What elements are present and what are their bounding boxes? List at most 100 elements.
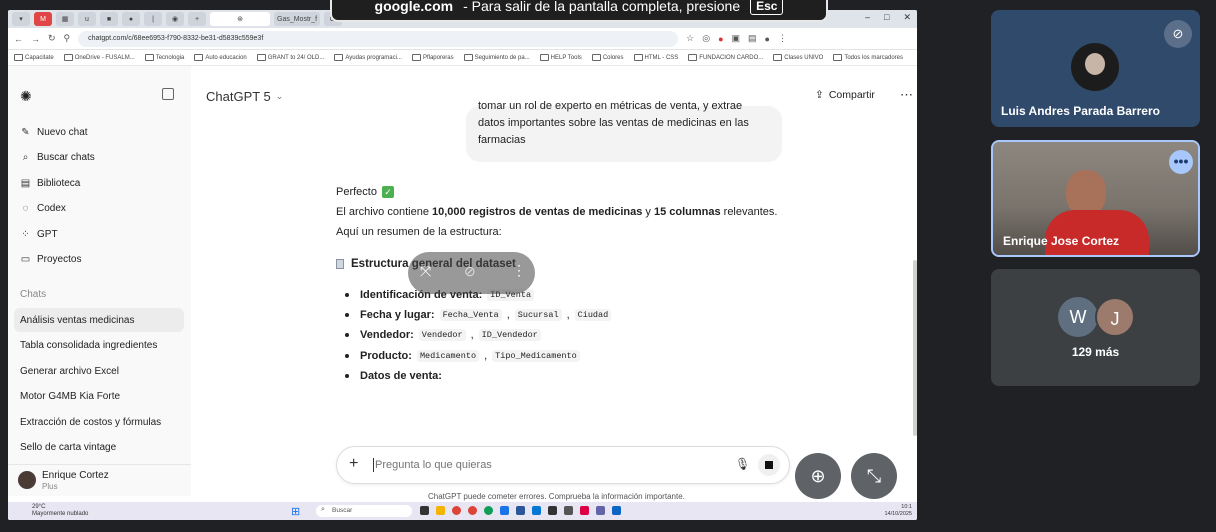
participant-tile-active[interactable]: ••• Enrique Jose Cortez	[991, 140, 1200, 257]
bullet-label: Vendedor:	[360, 329, 414, 341]
chat-item[interactable]: Motor G4MB Kia Forte	[20, 391, 120, 402]
bullet-dot	[345, 354, 349, 358]
bookmark-item[interactable]: Clases UNIVO	[773, 54, 823, 61]
address-bar: ← → ↻ ⚲ chatgpt.com/c/68ee6953-f790-8332…	[8, 28, 917, 50]
more-vert-icon[interactable]: ⋮	[512, 262, 526, 279]
app-icon[interactable]	[548, 506, 557, 515]
model-selector[interactable]: ChatGPT 5 ⌄	[206, 89, 283, 104]
bookmark-item[interactable]: Capacitate	[14, 54, 54, 61]
tab[interactable]: u	[78, 12, 96, 26]
bookmark-item[interactable]: Ayudas programaci...	[334, 54, 402, 61]
more-options-icon[interactable]: ⋯	[900, 87, 913, 103]
taskbar-clock[interactable]: 10:1 14/10/2025	[876, 504, 912, 518]
structure-bullet: Producto: Medicamento, Tipo_Medicamento	[345, 350, 580, 362]
app-icon[interactable]	[564, 506, 573, 515]
sidebar-item-codex[interactable]: ◌ Codex	[20, 203, 66, 214]
chrome-icon[interactable]	[452, 506, 461, 515]
bookmark-item[interactable]: Tecnologia	[145, 54, 185, 61]
bookmark-item[interactable]: FUNDACION CARDO...	[688, 54, 763, 61]
minimize-icon[interactable]: –	[865, 12, 870, 23]
more-participants-tile[interactable]: W J 129 más	[991, 269, 1200, 386]
app-icon[interactable]	[580, 506, 589, 515]
back-icon[interactable]: ←	[14, 34, 23, 44]
weather-widget[interactable]: 29°C Mayormente nublado	[32, 504, 88, 518]
user-profile[interactable]: Enrique Cortez Plus	[8, 464, 191, 496]
tab[interactable]: |	[144, 12, 162, 26]
stop-pointer-icon[interactable]: ⤧	[420, 263, 431, 280]
bookmark-item[interactable]: HTML - CSS	[634, 54, 679, 61]
bookmark-item[interactable]: Pflaporeras	[412, 54, 454, 61]
participant-tile[interactable]: ⊘ Luis Andres Parada Barrero	[991, 10, 1200, 127]
url-field[interactable]: chatgpt.com/c/68ee6953-f790-8332-be31-d5…	[78, 30, 679, 47]
zoom-in-button[interactable]: ⊕	[795, 453, 841, 499]
chrome-icon[interactable]	[468, 506, 477, 515]
tab[interactable]: M	[34, 12, 52, 26]
word-icon[interactable]	[516, 506, 525, 515]
profile-icon[interactable]: ●	[765, 34, 770, 44]
grid-icon: ⁘	[21, 229, 30, 240]
tab[interactable]: +	[188, 12, 206, 26]
chat-item[interactable]: Generar archivo Excel	[20, 366, 119, 377]
sidebar-item-new-chat[interactable]: ✎ Nuevo chat	[20, 127, 87, 138]
openai-logo-icon[interactable]: ✺	[20, 88, 32, 105]
microphone-icon[interactable]: 🎙	[735, 457, 750, 471]
extension-icon[interactable]: ●	[718, 34, 723, 44]
check-mark-icon: ✓	[381, 186, 394, 198]
chrome-icon[interactable]	[484, 506, 493, 515]
reload-icon[interactable]: ↻	[48, 33, 56, 44]
edge-icon[interactable]	[500, 506, 509, 515]
tab[interactable]: ▾	[12, 12, 30, 26]
sidebar-item-projects[interactable]: ▭ Proyectos	[20, 254, 82, 265]
bookmark-item[interactable]: GRANT to 24/ OLD...	[257, 54, 325, 61]
sidebar-item-library[interactable]: ▤ Biblioteca	[20, 178, 81, 189]
prompt-input[interactable]	[375, 456, 715, 474]
file-explorer-icon[interactable]	[436, 506, 445, 515]
extension-icon[interactable]: ◎	[702, 33, 710, 44]
voice-mode-button[interactable]	[758, 454, 780, 476]
bookmark-item[interactable]: Todos los marcadores	[833, 54, 903, 61]
chat-item[interactable]: Sello de carta vintage	[20, 442, 116, 453]
bookmark-item[interactable]: Seguimiento de pa...	[464, 54, 530, 61]
structure-bullet: Datos de venta:	[345, 370, 442, 382]
chat-item[interactable]: Extracción de costos y fórmulas	[20, 417, 161, 428]
star-icon[interactable]: ☆	[686, 33, 694, 44]
tab[interactable]: ●	[122, 12, 140, 26]
user-name: Enrique Cortez	[42, 470, 109, 481]
exit-fullscreen-button[interactable]: ⤡	[851, 453, 897, 499]
teams-icon[interactable]	[596, 506, 605, 515]
more-options-icon[interactable]: •••	[1169, 150, 1193, 174]
extension-icon[interactable]: ▤	[748, 33, 757, 44]
site-info-icon[interactable]: ⚲	[64, 33, 71, 44]
extension-icon[interactable]: ▣	[732, 33, 741, 44]
windows-start-icon[interactable]: ⊞	[291, 505, 300, 518]
close-icon[interactable]: ✕	[903, 12, 911, 23]
share-button[interactable]: ⇪ Compartir	[815, 89, 875, 101]
chat-item-active[interactable]: Análisis ventas medicinas	[14, 308, 184, 332]
sidebar-item-search[interactable]: ⌕ Buscar chats	[20, 152, 95, 163]
tab[interactable]: ◉	[166, 12, 184, 26]
avatar: W	[1058, 297, 1098, 337]
bookmark-item[interactable]: Colores	[592, 54, 624, 61]
bookmark-item[interactable]: HELP Tools	[540, 54, 582, 61]
tab-active[interactable]: ⊛	[210, 12, 270, 26]
taskbar-search[interactable]: ⌕ Buscar	[316, 505, 412, 517]
menu-dots-icon[interactable]: ⋮	[778, 33, 787, 44]
chats-section-title: Chats	[20, 289, 47, 300]
tab[interactable]: Gas_Mostr_f	[274, 12, 321, 26]
mic-off-icon[interactable]: ⊘	[464, 263, 476, 280]
bookmark-item[interactable]: OneDrive - FUSALM...	[64, 54, 135, 61]
chat-item[interactable]: Tabla consolidada ingredientes	[20, 340, 157, 351]
more-participants-count: 129 más	[1071, 345, 1120, 359]
bookmark-item[interactable]: Auto educacion	[194, 54, 246, 61]
app-icon[interactable]	[612, 506, 621, 515]
tab[interactable]: ■	[100, 12, 118, 26]
task-view-icon[interactable]	[420, 506, 429, 515]
add-attachment-icon[interactable]: +	[349, 455, 358, 473]
maximize-icon[interactable]: □	[884, 12, 889, 23]
sidebar-toggle-icon[interactable]	[162, 88, 174, 100]
outlook-icon[interactable]	[532, 506, 541, 515]
tab[interactable]: ▦	[56, 12, 74, 26]
sidebar-item-gpt[interactable]: ⁘ GPT	[20, 229, 57, 240]
forward-icon[interactable]: →	[31, 34, 40, 44]
main-scrollbar[interactable]	[913, 260, 917, 436]
